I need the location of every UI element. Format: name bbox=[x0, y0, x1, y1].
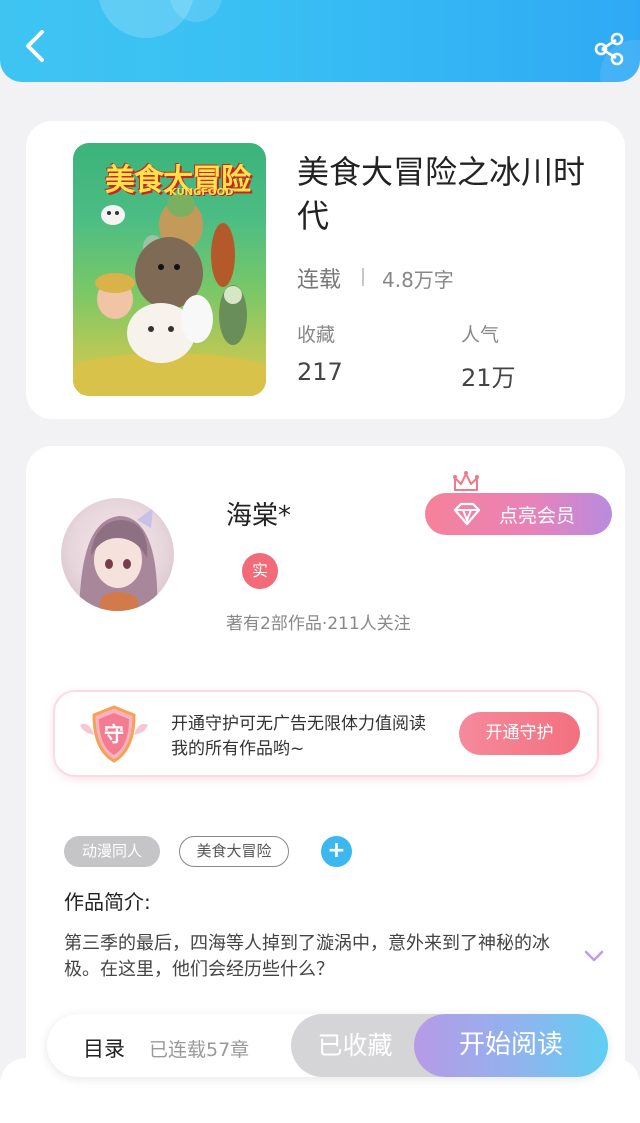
author-name[interactable]: 海棠* bbox=[226, 495, 291, 532]
favorites-count: 217 bbox=[297, 358, 343, 386]
avatar-illustration bbox=[79, 508, 158, 611]
share-icon bbox=[594, 32, 624, 66]
author-stats: 著有2部作品·211人关注 bbox=[226, 614, 411, 634]
intro-heading: 作品简介: bbox=[64, 890, 151, 914]
book-cover[interactable]: 美食大冒险 KUNGFOOD bbox=[73, 143, 266, 396]
favorites-label: 收藏 bbox=[297, 324, 336, 346]
crown-icon bbox=[453, 471, 479, 491]
tag-food-adventure[interactable]: 美食大冒险 bbox=[179, 836, 289, 867]
activate-membership-button[interactable]: 点亮会员 bbox=[425, 493, 612, 535]
top-header bbox=[0, 0, 640, 82]
avatar[interactable] bbox=[61, 498, 174, 611]
intro-text: 第三季的最后，四海等人掉到了漩涡中，意外来到了神秘的冰极。在这里，他们会经历些什… bbox=[64, 933, 550, 980]
back-button[interactable] bbox=[18, 26, 54, 66]
popularity-count: 21万 bbox=[461, 364, 516, 392]
share-button[interactable] bbox=[590, 30, 628, 68]
membership-button-label: 点亮会员 bbox=[499, 505, 576, 527]
word-count: 4.8万字 bbox=[382, 268, 454, 292]
divider bbox=[362, 268, 364, 286]
chapter-count: 已连载57章 bbox=[149, 1039, 250, 1061]
verified-badge: 实 bbox=[242, 553, 278, 589]
shield-icon: 守 bbox=[80, 705, 148, 763]
book-title: 美食大冒险之冰川时代 bbox=[297, 153, 586, 235]
start-reading-button[interactable]: 开始阅读 bbox=[414, 1014, 608, 1077]
activate-guard-button[interactable]: 开通守护 bbox=[459, 712, 580, 755]
shield-char: 守 bbox=[104, 722, 124, 746]
catalog-button[interactable]: 目录 bbox=[83, 1033, 125, 1063]
diamond-icon bbox=[453, 502, 481, 526]
chevron-down-icon[interactable] bbox=[583, 948, 605, 964]
guard-description: 开通守护可无广告无限体力值阅读我的所有作品哟~ bbox=[171, 714, 426, 759]
tag-anime-fanfic[interactable]: 动漫同人 bbox=[64, 836, 160, 867]
chevron-left-icon bbox=[26, 30, 44, 62]
serial-status: 连载 bbox=[297, 268, 342, 293]
cover-illustration bbox=[73, 195, 266, 396]
add-tag-button[interactable]: + bbox=[321, 836, 352, 867]
popularity-label: 人气 bbox=[461, 324, 500, 346]
